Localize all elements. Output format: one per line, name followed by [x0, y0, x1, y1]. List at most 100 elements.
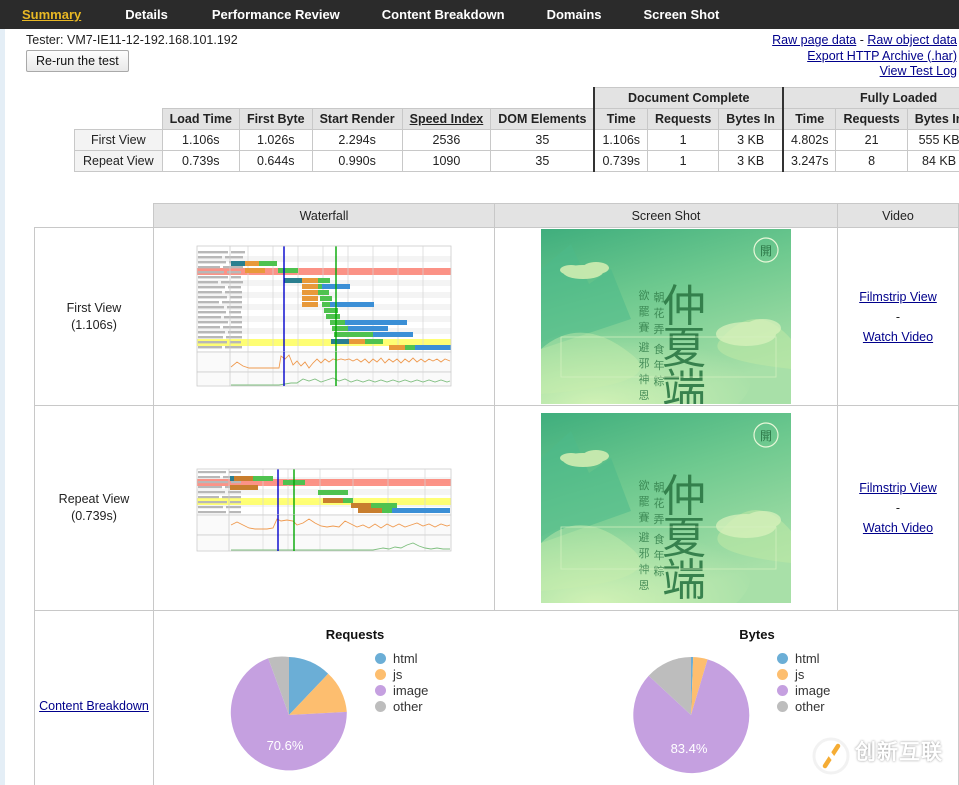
first-view-dc-time: 1.106s	[593, 129, 649, 151]
repeat-view-dom-elements: 35	[490, 150, 595, 172]
screenshot-col2-c2: 花	[654, 307, 665, 320]
bytes-pie-legend: html js image other	[777, 651, 830, 715]
screenshot2-heading-3: 端	[662, 555, 706, 603]
screenshot-col1-c6: 神	[639, 372, 650, 386]
screenshot-col1-c1: 欲	[639, 288, 650, 302]
waterfall-chart-repeat-view[interactable]	[193, 458, 455, 555]
screenshot-thumbnail-first-view[interactable]: 開 仲 夏 端 朝 花 弄 食 年 粽 欲 罷 賽 避 邪 神 恩	[541, 229, 791, 404]
screenshot2-col1-c7: 恩	[639, 579, 650, 592]
export-har-link[interactable]: Export HTTP Archive (.har)	[807, 49, 957, 63]
screenshot2-col2-c6: 粽	[654, 564, 665, 578]
first-view-start-render: 2.294s	[311, 129, 403, 151]
filmstrip-view-link-first[interactable]: Filmstrip View	[859, 290, 937, 304]
raw-page-data-link[interactable]: Raw page data	[772, 33, 856, 47]
legend-item-html: html	[375, 651, 428, 667]
video-links-dash-first: -	[895, 309, 901, 324]
col-fl-bytes-in: Bytes In	[906, 108, 959, 130]
bytes-legend-item-html: html	[777, 651, 830, 667]
screenshot-col2-c6: 粽	[654, 374, 665, 388]
tab-content-breakdown[interactable]: Content Breakdown	[382, 7, 505, 22]
col-speed-index[interactable]: Speed Index	[401, 108, 492, 130]
screenshot2-col1-c4: 避	[639, 530, 650, 544]
screenshot2-col1-c1: 欲	[639, 478, 650, 492]
repeat-view-video-cell: Filmstrip View - Watch Video	[837, 405, 959, 611]
watch-video-link-repeat[interactable]: Watch Video	[863, 521, 933, 535]
top-right-links: Raw page data - Raw object data Export H…	[772, 33, 957, 80]
repeat-view-waterfall-cell[interactable]	[153, 405, 495, 611]
repeat-view-fl-bytes: 84 KB	[906, 150, 959, 172]
results-header-video: Video	[837, 203, 959, 228]
summary-metrics-table: Document Complete Fully Loaded Load Time…	[74, 87, 959, 172]
first-view-screenshot-cell[interactable]: 開 仲 夏 端 朝 花 弄 食 年 粽 欲 罷 賽 避 邪 神 恩	[494, 227, 838, 406]
screenshot-col1-c5: 邪	[639, 357, 650, 370]
waterfall-thumbnail-repeat-view[interactable]	[193, 458, 455, 555]
col-start-render: Start Render	[311, 108, 403, 130]
bytes-legend-label-html: html	[795, 650, 820, 666]
pie-charts-container: Requests 70.6% html js image other Bytes…	[154, 623, 958, 785]
repeat-view-label: Repeat View	[58, 492, 130, 506]
screenshot-badge-glyph: 開	[760, 244, 772, 258]
waterfall-thumbnail-first-view[interactable]	[193, 242, 455, 388]
tab-performance-review[interactable]: Performance Review	[212, 7, 340, 22]
repeat-view-dc-time: 0.739s	[593, 150, 649, 172]
waterfall-chart-first-view[interactable]	[193, 242, 455, 388]
tab-summary[interactable]: Summary	[22, 7, 81, 22]
repeat-view-dc-requests: 1	[647, 150, 720, 172]
tab-screen-shot[interactable]: Screen Shot	[644, 7, 720, 22]
results-row-first-view: First View (1.106s) 開 仲 夏 端 朝 花 弄 食 年 粽 …	[34, 227, 959, 406]
requests-pie-data-label: 70.6%	[267, 738, 304, 753]
rerun-test-button[interactable]: Re-run the test	[26, 50, 129, 72]
metrics-spacer-5	[491, 88, 595, 109]
legend-item-image: image	[375, 683, 428, 699]
legend-dot-html-icon	[375, 653, 386, 664]
bytes-pie-data-label: 83.4%	[671, 741, 708, 756]
col-fl-time: Time	[782, 108, 837, 130]
bytes-legend-dot-js-icon	[777, 669, 788, 680]
bytes-legend-item-image: image	[777, 683, 830, 699]
tester-info: Tester: VM7-IE11-12-192.168.101.192	[26, 33, 238, 47]
metrics-spacer-1	[162, 88, 239, 109]
col-first-byte: First Byte	[238, 108, 313, 130]
results-row-content-breakdown: Content Breakdown Requests 70.6% html js…	[34, 610, 959, 785]
tab-domains[interactable]: Domains	[547, 7, 602, 22]
metrics-row-repeat-view: Repeat View 0.739s 0.644s 0.990s 1090 35…	[74, 150, 959, 172]
webpagetest-results-page: Summary Details Performance Review Conte…	[0, 0, 959, 785]
tab-details[interactable]: Details	[125, 7, 168, 22]
legend-dot-image-icon	[375, 685, 386, 696]
group-header-fully-loaded: Fully Loaded	[782, 87, 959, 109]
legend-label-other: other	[393, 698, 423, 714]
col-fl-requests: Requests	[835, 108, 908, 130]
watch-video-link-first[interactable]: Watch Video	[863, 330, 933, 344]
col-dom-elements: DOM Elements	[490, 108, 595, 130]
raw-data-links-row: Raw page data - Raw object data	[772, 33, 957, 49]
view-test-log-link[interactable]: View Test Log	[880, 64, 957, 78]
bytes-pie-panel: Bytes 83.4% html js image other	[587, 623, 927, 785]
results-header-row: Waterfall Screen Shot Video	[35, 203, 959, 228]
results-header-waterfall: Waterfall	[153, 203, 495, 228]
metrics-group-header-row: Document Complete Fully Loaded	[75, 87, 959, 109]
content-breakdown-link[interactable]: Content Breakdown	[39, 699, 149, 713]
requests-pie-panel: Requests 70.6% html js image other	[185, 623, 525, 785]
content-breakdown-label-cell[interactable]: Content Breakdown	[34, 610, 154, 785]
screenshot-thumbnail-repeat-view[interactable]: 開 仲 夏 端 朝 花 弄 食 年 粽 欲 罷 賽 避 邪 神 恩	[541, 413, 791, 603]
legend-label-image: image	[393, 682, 429, 698]
col-load-time: Load Time	[161, 108, 240, 130]
screenshot-col2-c4: 食	[654, 342, 665, 356]
repeat-view-first-byte: 0.644s	[238, 150, 313, 172]
bytes-legend-item-other: other	[777, 699, 830, 715]
first-view-waterfall-cell[interactable]	[153, 227, 495, 406]
results-header-screenshot: Screen Shot	[494, 203, 838, 228]
repeat-view-start-render: 0.990s	[311, 150, 403, 172]
filmstrip-view-link-repeat[interactable]: Filmstrip View	[859, 481, 937, 495]
raw-object-data-link[interactable]: Raw object data	[867, 33, 957, 47]
screenshot2-col1-c3: 賽	[639, 510, 650, 524]
repeat-view-load-time: 0.739s	[161, 150, 240, 172]
metrics-row-first-view: First View 1.106s 1.026s 2.294s 2536 35 …	[74, 129, 959, 151]
metrics-column-header-row: Load Time First Byte Start Render Speed …	[75, 108, 959, 130]
col-dc-bytes-in: Bytes In	[718, 108, 784, 130]
bytes-legend-dot-other-icon	[777, 701, 788, 712]
metrics-corner-empty	[75, 88, 163, 109]
repeat-view-screenshot-cell[interactable]: 開 仲 夏 端 朝 花 弄 食 年 粽 欲 罷 賽 避 邪 神 恩	[494, 405, 838, 611]
link-separator: -	[856, 33, 868, 47]
first-view-first-byte: 1.026s	[238, 129, 313, 151]
